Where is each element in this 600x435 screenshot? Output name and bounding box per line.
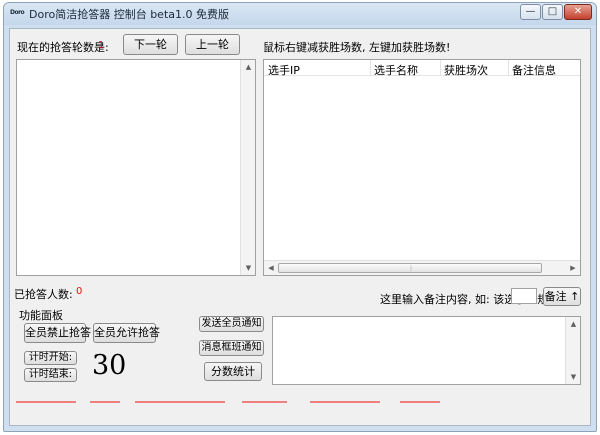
send-notice-button[interactable]: 发送全员通知 [199, 316, 264, 332]
window-title: Doro简洁抢答器 控制台 beta1.0 免费版 [29, 8, 229, 21]
answered-count-value: 0 [76, 286, 83, 297]
column-header-wins[interactable]: 获胜场次 [444, 62, 488, 78]
listview-horizontal-scrollbar[interactable]: ◀ ⦙ ▶ [264, 260, 580, 275]
scroll-up-arrow-icon[interactable]: ▲ [566, 319, 581, 329]
column-separator[interactable] [440, 60, 441, 76]
textarea-vertical-scrollbar[interactable]: ▲ ▼ [565, 317, 580, 384]
hint-text: 鼠标右键减获胜场数, 左键加获胜场数! [263, 41, 451, 54]
prev-round-button[interactable]: 上一轮 [185, 34, 240, 55]
column-header-ip[interactable]: 选手IP [268, 62, 300, 78]
scroll-right-arrow-icon[interactable]: ▶ [568, 263, 578, 273]
timer-start-button[interactable]: 计时开始: [24, 351, 77, 365]
scroll-up-arrow-icon[interactable]: ▲ [241, 62, 256, 72]
allow-all-button[interactable]: 全员允许抢答 [93, 323, 160, 343]
scroll-down-arrow-icon[interactable]: ▼ [241, 263, 256, 273]
column-separator[interactable] [370, 60, 371, 76]
close-button[interactable]: ✕ [564, 4, 592, 20]
status-strip [10, 401, 590, 405]
notice-textarea[interactable]: ▲ ▼ [272, 316, 581, 385]
remark-input[interactable] [511, 288, 537, 304]
listbox-vertical-scrollbar[interactable]: ▲ ▼ [240, 60, 255, 275]
column-header-name[interactable]: 选手名称 [374, 62, 418, 78]
round-value: 1 [98, 40, 105, 51]
scrollbar-thumb[interactable]: ⦙ [278, 263, 542, 273]
round-label: 现在的抢答轮数是: [17, 41, 109, 54]
answer-order-listbox[interactable]: ▲ ▼ [16, 59, 256, 276]
answered-count-label: 已抢答人数: [14, 288, 73, 301]
listview-header: 选手IP 选手名称 获胜场次 备注信息 [264, 60, 580, 78]
timer-end-button[interactable]: 计时结束: [24, 368, 77, 382]
app-icon: Doro [10, 9, 25, 16]
scrollbar-grip-icon: ⦙ [410, 264, 412, 273]
minimize-button[interactable]: — [520, 4, 541, 20]
maximize-button[interactable]: □ [542, 4, 563, 20]
scroll-down-arrow-icon[interactable]: ▼ [566, 372, 581, 382]
column-separator[interactable] [508, 60, 509, 76]
popup-notice-button[interactable]: 消息框班通知 [199, 340, 264, 356]
timer-display: 30 [92, 350, 127, 381]
ban-all-button[interactable]: 全员禁止抢答 [24, 323, 91, 343]
column-header-note[interactable]: 备注信息 [512, 62, 556, 78]
function-panel-label: 功能面板 [19, 309, 63, 322]
scroll-left-arrow-icon[interactable]: ◀ [266, 263, 276, 273]
remark-button[interactable]: 备注 ↑ [543, 287, 581, 306]
next-round-button[interactable]: 下一轮 [123, 34, 178, 55]
score-stats-button[interactable]: 分数统计 [204, 362, 262, 381]
contestant-listview[interactable]: 选手IP 选手名称 获胜场次 备注信息 ◀ ⦙ ▶ [263, 59, 581, 276]
